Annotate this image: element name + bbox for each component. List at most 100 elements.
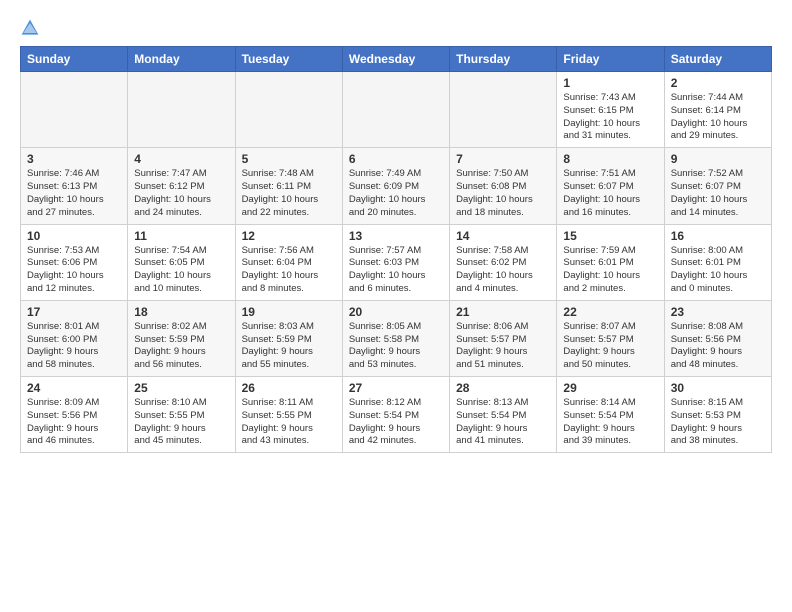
day-number: 20 xyxy=(349,305,443,319)
day-number: 10 xyxy=(27,229,121,243)
day-info: Sunrise: 8:14 AM Sunset: 5:54 PM Dayligh… xyxy=(563,397,657,448)
day-number: 12 xyxy=(242,229,336,243)
column-header-wednesday: Wednesday xyxy=(342,47,449,72)
day-info: Sunrise: 8:12 AM Sunset: 5:54 PM Dayligh… xyxy=(349,397,443,448)
day-info: Sunrise: 7:53 AM Sunset: 6:06 PM Dayligh… xyxy=(27,245,121,296)
day-info: Sunrise: 8:09 AM Sunset: 5:56 PM Dayligh… xyxy=(27,397,121,448)
logo-icon xyxy=(20,18,40,38)
calendar-cell: 27 Sunrise: 8:12 AM Sunset: 5:54 PM Dayli… xyxy=(342,377,449,453)
day-info: Sunrise: 8:08 AM Sunset: 5:56 PM Dayligh… xyxy=(671,321,765,372)
calendar-week-row: 10 Sunrise: 7:53 AM Sunset: 6:06 PM Dayli… xyxy=(21,224,772,300)
day-number: 9 xyxy=(671,152,765,166)
day-number: 24 xyxy=(27,381,121,395)
calendar-cell xyxy=(128,72,235,148)
calendar-header-row: SundayMondayTuesdayWednesdayThursdayFrid… xyxy=(21,47,772,72)
calendar-cell: 8 Sunrise: 7:51 AM Sunset: 6:07 PM Daylig… xyxy=(557,148,664,224)
day-number: 21 xyxy=(456,305,550,319)
day-info: Sunrise: 8:10 AM Sunset: 5:55 PM Dayligh… xyxy=(134,397,228,448)
day-number: 25 xyxy=(134,381,228,395)
calendar-cell: 28 Sunrise: 8:13 AM Sunset: 5:54 PM Dayli… xyxy=(450,377,557,453)
day-number: 2 xyxy=(671,76,765,90)
calendar-cell: 6 Sunrise: 7:49 AM Sunset: 6:09 PM Daylig… xyxy=(342,148,449,224)
day-number: 6 xyxy=(349,152,443,166)
day-number: 22 xyxy=(563,305,657,319)
day-info: Sunrise: 8:06 AM Sunset: 5:57 PM Dayligh… xyxy=(456,321,550,372)
calendar-cell: 21 Sunrise: 8:06 AM Sunset: 5:57 PM Dayli… xyxy=(450,300,557,376)
day-number: 30 xyxy=(671,381,765,395)
calendar-cell xyxy=(21,72,128,148)
day-number: 29 xyxy=(563,381,657,395)
calendar-cell: 9 Sunrise: 7:52 AM Sunset: 6:07 PM Daylig… xyxy=(664,148,771,224)
calendar-cell: 17 Sunrise: 8:01 AM Sunset: 6:00 PM Dayli… xyxy=(21,300,128,376)
calendar-cell: 30 Sunrise: 8:15 AM Sunset: 5:53 PM Dayli… xyxy=(664,377,771,453)
day-number: 15 xyxy=(563,229,657,243)
day-info: Sunrise: 7:56 AM Sunset: 6:04 PM Dayligh… xyxy=(242,245,336,296)
calendar-cell: 10 Sunrise: 7:53 AM Sunset: 6:06 PM Dayli… xyxy=(21,224,128,300)
calendar-week-row: 24 Sunrise: 8:09 AM Sunset: 5:56 PM Dayli… xyxy=(21,377,772,453)
calendar-table: SundayMondayTuesdayWednesdayThursdayFrid… xyxy=(20,46,772,453)
day-number: 17 xyxy=(27,305,121,319)
column-header-thursday: Thursday xyxy=(450,47,557,72)
day-info: Sunrise: 8:07 AM Sunset: 5:57 PM Dayligh… xyxy=(563,321,657,372)
calendar-cell: 15Sunrise: 7:59 AM Sunset: 6:01 PM Dayli… xyxy=(557,224,664,300)
calendar-cell: 22 Sunrise: 8:07 AM Sunset: 5:57 PM Dayli… xyxy=(557,300,664,376)
day-number: 4 xyxy=(134,152,228,166)
calendar-cell: 20Sunrise: 8:05 AM Sunset: 5:58 PM Dayli… xyxy=(342,300,449,376)
calendar-cell: 5 Sunrise: 7:48 AM Sunset: 6:11 PM Daylig… xyxy=(235,148,342,224)
column-header-friday: Friday xyxy=(557,47,664,72)
calendar-cell: 11Sunrise: 7:54 AM Sunset: 6:05 PM Dayli… xyxy=(128,224,235,300)
day-info: Sunrise: 7:58 AM Sunset: 6:02 PM Dayligh… xyxy=(456,245,550,296)
day-info: Sunrise: 8:01 AM Sunset: 6:00 PM Dayligh… xyxy=(27,321,121,372)
day-info: Sunrise: 8:13 AM Sunset: 5:54 PM Dayligh… xyxy=(456,397,550,448)
column-header-monday: Monday xyxy=(128,47,235,72)
column-header-sunday: Sunday xyxy=(21,47,128,72)
column-header-tuesday: Tuesday xyxy=(235,47,342,72)
day-info: Sunrise: 7:51 AM Sunset: 6:07 PM Dayligh… xyxy=(563,168,657,219)
day-info: Sunrise: 7:54 AM Sunset: 6:05 PM Dayligh… xyxy=(134,245,228,296)
day-info: Sunrise: 8:00 AM Sunset: 6:01 PM Dayligh… xyxy=(671,245,765,296)
day-number: 8 xyxy=(563,152,657,166)
calendar-cell: 24 Sunrise: 8:09 AM Sunset: 5:56 PM Dayli… xyxy=(21,377,128,453)
calendar-cell: 13Sunrise: 7:57 AM Sunset: 6:03 PM Dayli… xyxy=(342,224,449,300)
calendar-cell: 12 Sunrise: 7:56 AM Sunset: 6:04 PM Dayli… xyxy=(235,224,342,300)
logo xyxy=(20,18,44,38)
day-number: 19 xyxy=(242,305,336,319)
day-info: Sunrise: 7:49 AM Sunset: 6:09 PM Dayligh… xyxy=(349,168,443,219)
calendar-cell: 29 Sunrise: 8:14 AM Sunset: 5:54 PM Dayli… xyxy=(557,377,664,453)
calendar-cell: 14 Sunrise: 7:58 AM Sunset: 6:02 PM Dayli… xyxy=(450,224,557,300)
calendar-cell: 2 Sunrise: 7:44 AM Sunset: 6:14 PM Daylig… xyxy=(664,72,771,148)
day-number: 18 xyxy=(134,305,228,319)
day-number: 23 xyxy=(671,305,765,319)
calendar-cell xyxy=(450,72,557,148)
day-info: Sunrise: 7:48 AM Sunset: 6:11 PM Dayligh… xyxy=(242,168,336,219)
day-info: Sunrise: 7:50 AM Sunset: 6:08 PM Dayligh… xyxy=(456,168,550,219)
calendar-cell: 18 Sunrise: 8:02 AM Sunset: 5:59 PM Dayli… xyxy=(128,300,235,376)
day-number: 26 xyxy=(242,381,336,395)
calendar-cell: 4 Sunrise: 7:47 AM Sunset: 6:12 PM Daylig… xyxy=(128,148,235,224)
page-header xyxy=(10,10,782,42)
calendar-cell xyxy=(235,72,342,148)
calendar-cell: 23 Sunrise: 8:08 AM Sunset: 5:56 PM Dayli… xyxy=(664,300,771,376)
day-number: 27 xyxy=(349,381,443,395)
day-info: Sunrise: 8:15 AM Sunset: 5:53 PM Dayligh… xyxy=(671,397,765,448)
day-info: Sunrise: 8:11 AM Sunset: 5:55 PM Dayligh… xyxy=(242,397,336,448)
calendar-cell: 16 Sunrise: 8:00 AM Sunset: 6:01 PM Dayli… xyxy=(664,224,771,300)
day-number: 13 xyxy=(349,229,443,243)
day-number: 14 xyxy=(456,229,550,243)
calendar-cell: 1Sunrise: 7:43 AM Sunset: 6:15 PM Daylig… xyxy=(557,72,664,148)
calendar-cell: 25 Sunrise: 8:10 AM Sunset: 5:55 PM Dayli… xyxy=(128,377,235,453)
calendar-cell: 7Sunrise: 7:50 AM Sunset: 6:08 PM Daylig… xyxy=(450,148,557,224)
day-info: Sunrise: 7:46 AM Sunset: 6:13 PM Dayligh… xyxy=(27,168,121,219)
day-number: 5 xyxy=(242,152,336,166)
column-header-saturday: Saturday xyxy=(664,47,771,72)
calendar-week-row: 1Sunrise: 7:43 AM Sunset: 6:15 PM Daylig… xyxy=(21,72,772,148)
calendar-cell: 26 Sunrise: 8:11 AM Sunset: 5:55 PM Dayli… xyxy=(235,377,342,453)
day-number: 1 xyxy=(563,76,657,90)
day-info: Sunrise: 8:02 AM Sunset: 5:59 PM Dayligh… xyxy=(134,321,228,372)
calendar-cell xyxy=(342,72,449,148)
day-info: Sunrise: 7:52 AM Sunset: 6:07 PM Dayligh… xyxy=(671,168,765,219)
day-number: 16 xyxy=(671,229,765,243)
day-number: 28 xyxy=(456,381,550,395)
day-info: Sunrise: 7:47 AM Sunset: 6:12 PM Dayligh… xyxy=(134,168,228,219)
day-info: Sunrise: 7:44 AM Sunset: 6:14 PM Dayligh… xyxy=(671,92,765,143)
